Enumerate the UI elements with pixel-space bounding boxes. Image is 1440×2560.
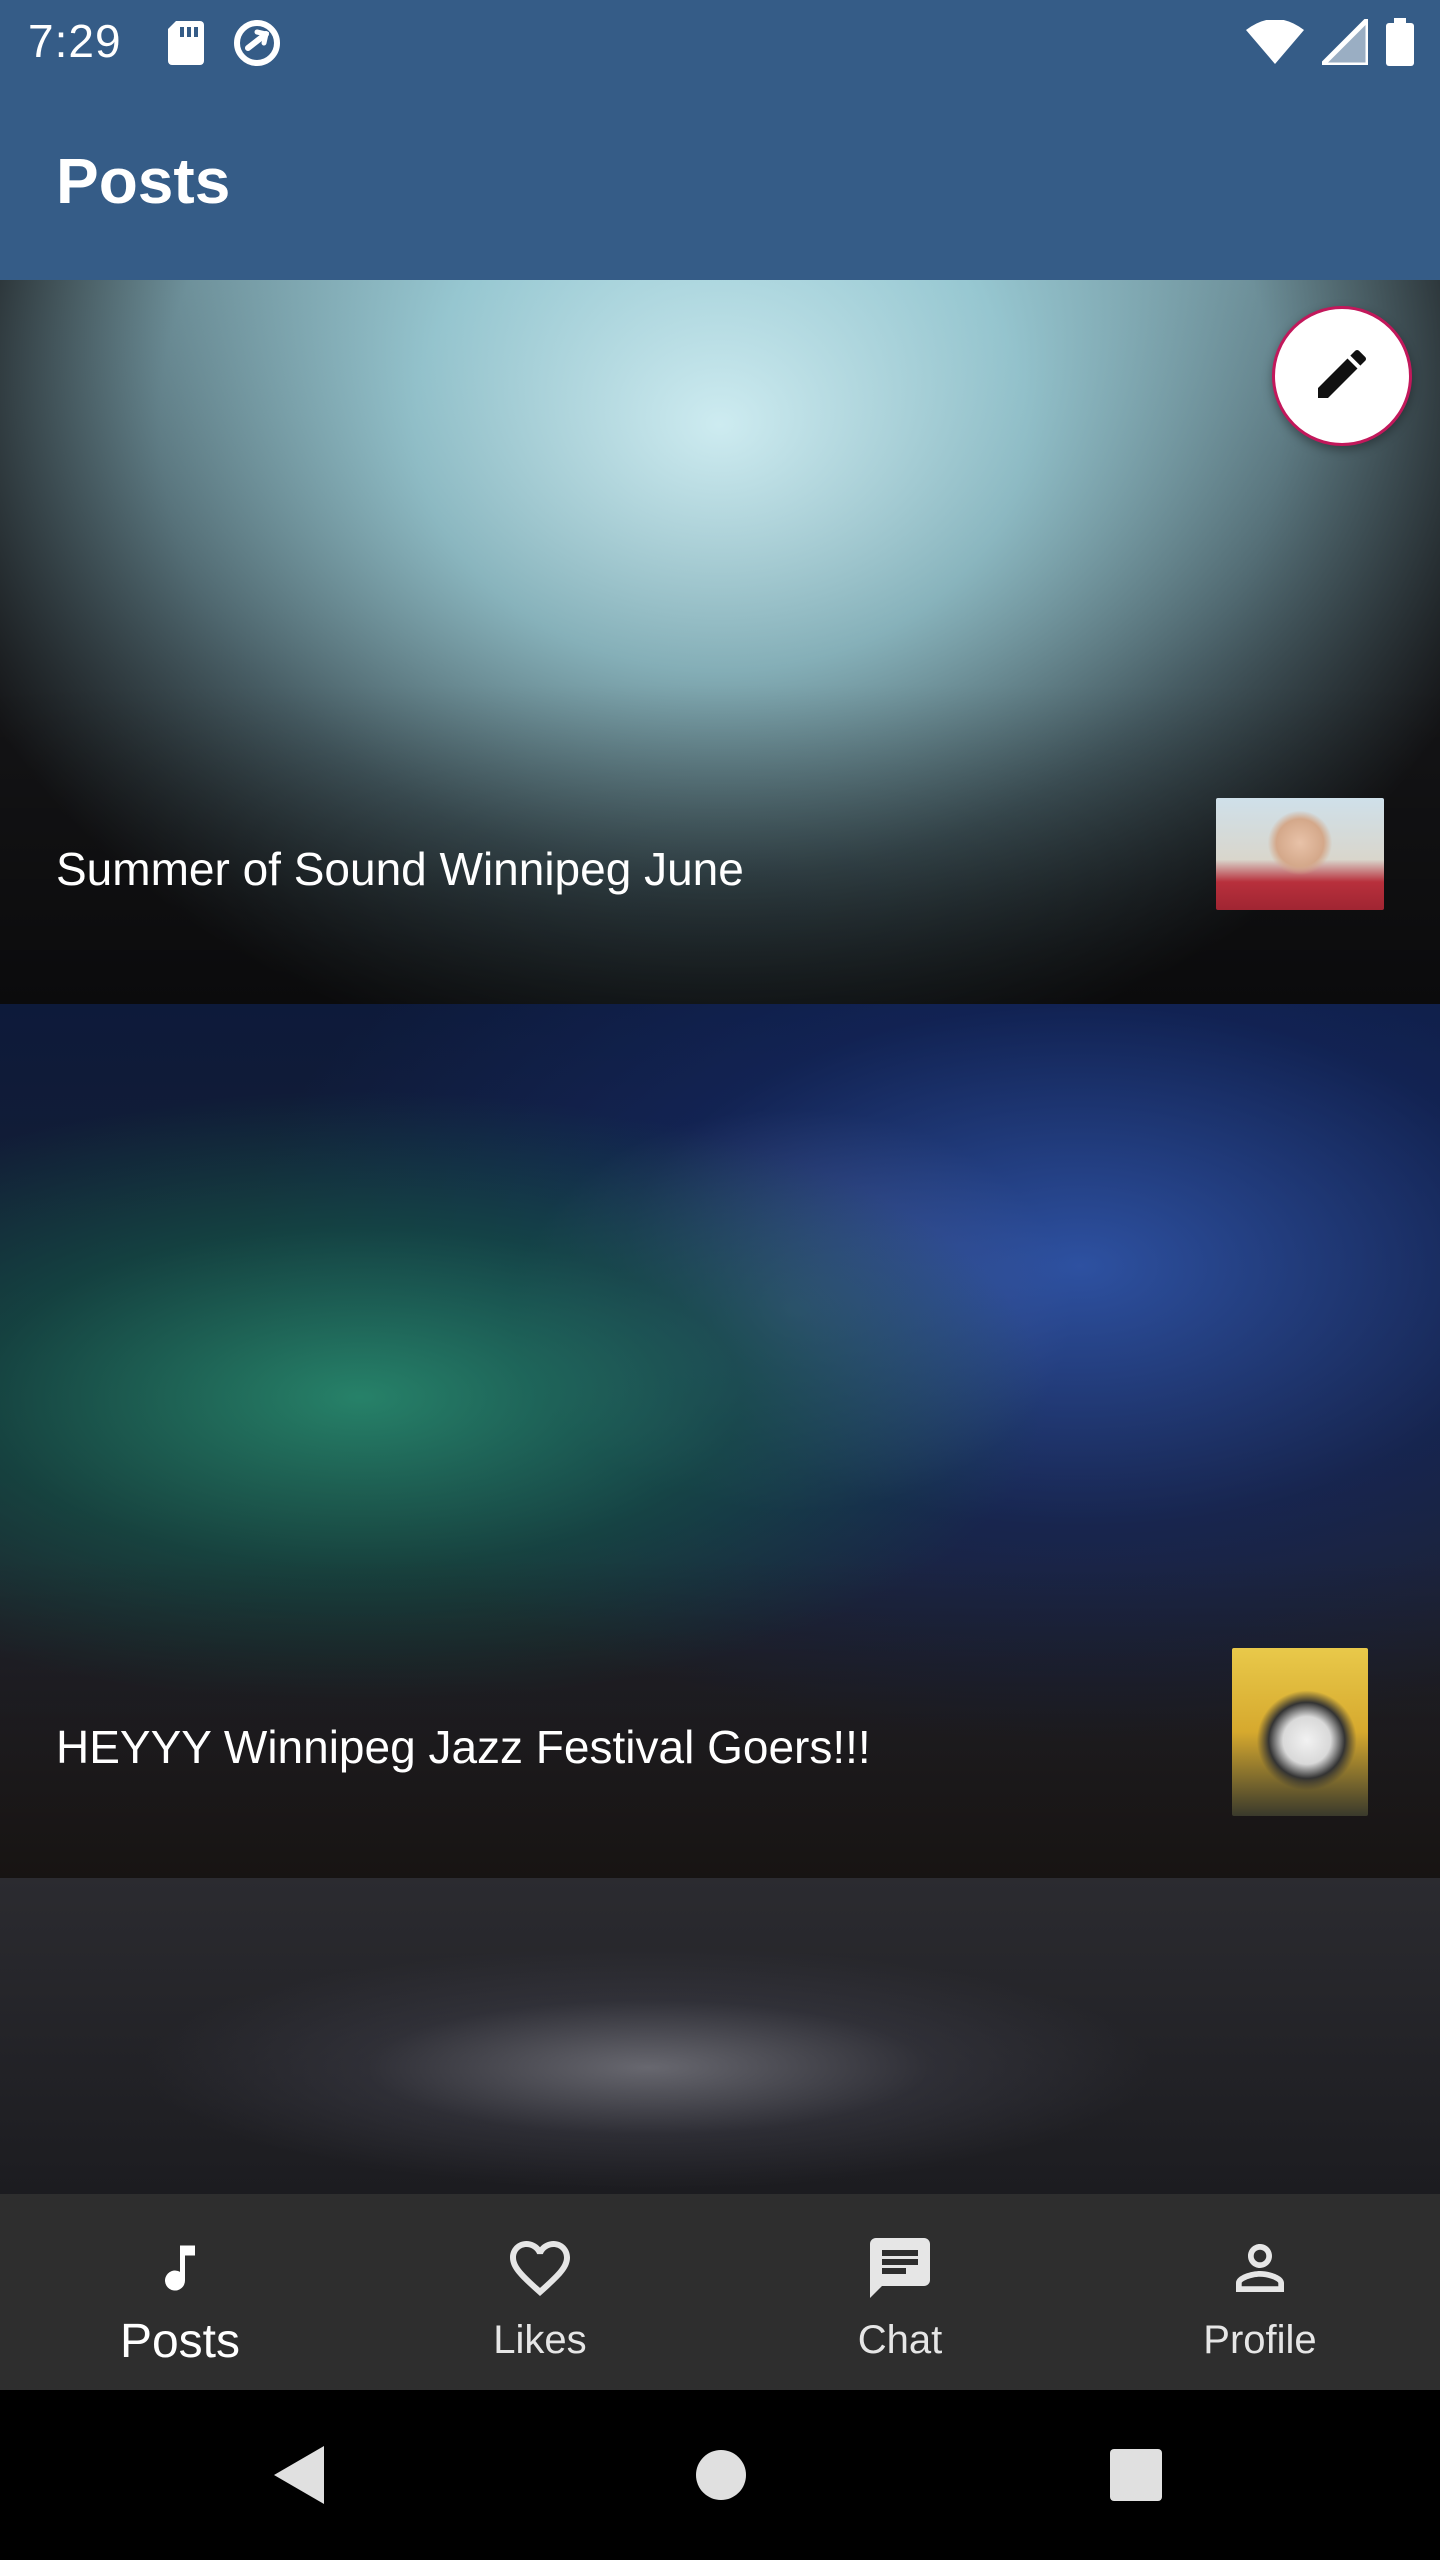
- post-author-avatar[interactable]: [1216, 798, 1384, 910]
- recents-icon[interactable]: [1108, 2442, 1164, 2513]
- page-title: Posts: [56, 145, 231, 217]
- wifi-icon: [1246, 19, 1304, 69]
- post-card[interactable]: HEYYY Winnipeg Jazz Festival Goers!!!: [0, 1004, 1440, 1878]
- home-icon[interactable]: [694, 2442, 748, 2513]
- post-card[interactable]: Summer of Sound Winnipeg June: [0, 280, 1440, 1004]
- status-time: 7:29: [28, 15, 122, 67]
- post-image-overlay: [0, 1558, 1440, 1878]
- pencil-icon: [1310, 342, 1374, 411]
- nav-label: Likes: [493, 2318, 587, 2362]
- system-navigation-bar: [0, 2390, 1440, 2560]
- nav-label: Profile: [1203, 2318, 1317, 2362]
- back-icon[interactable]: [270, 2442, 330, 2513]
- nav-item-profile[interactable]: Profile: [1080, 2194, 1440, 2390]
- bottom-navigation: Posts Likes Chat Profile: [0, 2194, 1440, 2390]
- sync-icon: [232, 18, 282, 73]
- posts-feed[interactable]: Summer of Sound Winnipeg June HEYYY Winn…: [0, 280, 1440, 2194]
- create-post-button[interactable]: [1272, 306, 1412, 446]
- nav-label: Chat: [857, 2318, 943, 2362]
- nav-label: Posts: [119, 2315, 241, 2368]
- app-bar: Posts: [0, 84, 1440, 280]
- post-author-avatar[interactable]: [1232, 1648, 1368, 1816]
- nav-item-posts[interactable]: Posts: [0, 2194, 360, 2390]
- chat-icon: [860, 2228, 940, 2308]
- post-title: Summer of Sound Winnipeg June: [56, 843, 744, 895]
- person-icon: [1220, 2228, 1300, 2308]
- nav-item-chat[interactable]: Chat: [720, 2194, 1080, 2390]
- battery-icon: [1386, 18, 1414, 71]
- cell-signal-icon: [1315, 12, 1371, 70]
- heart-icon: [500, 2228, 580, 2308]
- post-title: HEYYY Winnipeg Jazz Festival Goers!!!: [56, 1721, 871, 1773]
- status-bar: 7:29: [0, 0, 1440, 84]
- status-left-icons: [168, 18, 282, 73]
- nav-item-likes[interactable]: Likes: [360, 2194, 720, 2390]
- post-card[interactable]: [0, 1878, 1440, 2194]
- music-note-icon: [140, 2228, 220, 2308]
- sd-card-icon: [168, 21, 204, 70]
- status-right-icons: [1246, 12, 1414, 71]
